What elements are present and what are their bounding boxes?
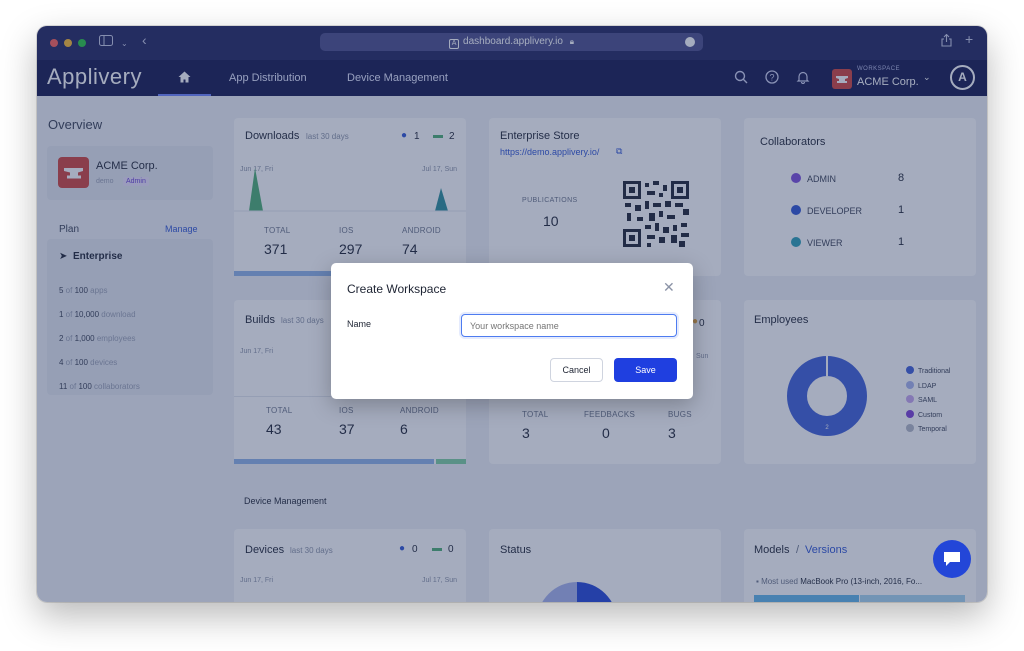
save-button[interactable]: Save <box>614 358 677 382</box>
modal-title: Create Workspace <box>347 282 447 296</box>
cancel-button[interactable]: Cancel <box>550 358 603 382</box>
chat-button[interactable] <box>933 540 971 578</box>
name-label: Name <box>347 319 372 329</box>
workspace-name-input[interactable] <box>461 314 677 337</box>
chat-icon <box>944 552 960 566</box>
create-workspace-modal: Create Workspace ✕ Name Cancel Save <box>331 263 693 399</box>
browser-window: ⌄ ‹ Adashboard.applivery.io 🔒︎ + Applive… <box>37 26 987 602</box>
close-icon[interactable]: ✕ <box>663 279 675 296</box>
